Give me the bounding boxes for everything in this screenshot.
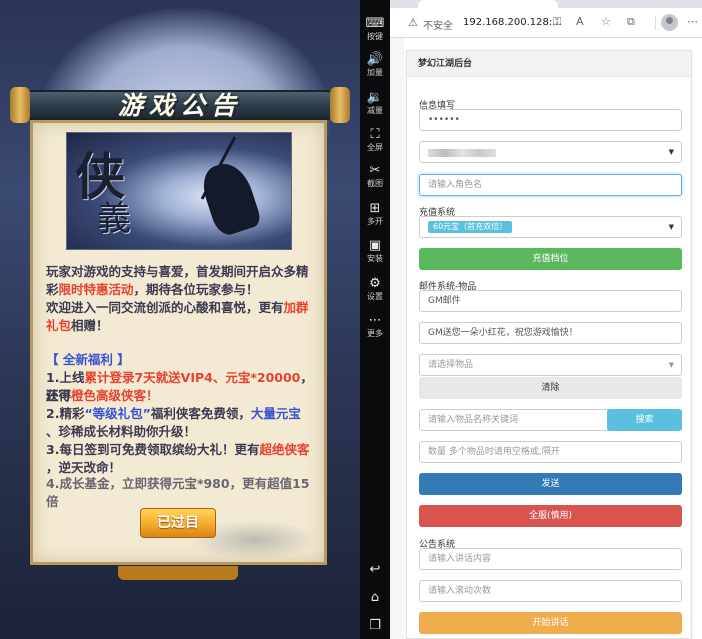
speech-content-input[interactable]: 请输入讲话内容: [419, 548, 682, 570]
chevron-down-icon: ▼: [668, 148, 674, 156]
scroll-bottom-bar: [118, 566, 238, 580]
rod-cap-left: [10, 87, 30, 123]
toolbar-fullscreen-button[interactable]: ⛶ 全屏: [360, 127, 390, 153]
apk-install-icon: ▣: [368, 238, 382, 253]
keyboard-icon: ⌨: [365, 16, 385, 31]
android-home-icon[interactable]: ⌂: [360, 590, 390, 605]
welfare-line-1b: 获得橙色高级侠客！: [46, 388, 159, 403]
toolbar-keymap-button[interactable]: ⌨ 按键: [360, 16, 390, 42]
intro-line-1: 玩家对游戏的支持与喜爱，首发期间开启众多精: [46, 264, 309, 279]
read-aloud-icon[interactable]: A: [576, 15, 584, 28]
insecure-label: 不安全: [423, 21, 453, 32]
clear-button[interactable]: 清除: [419, 377, 682, 399]
page-margin: [390, 38, 404, 639]
browser-window: ⚠ 不安全 192.168.200.128:... ⚿ A ☆ ⧉ ⋯ 梦幻江湖…: [390, 0, 702, 639]
send-button[interactable]: 发送: [419, 473, 682, 495]
mail-sender-input[interactable]: GM邮件: [419, 290, 682, 312]
notice-banner-image: 侠 義: [66, 132, 292, 250]
send-all-server-button[interactable]: 全服(慎用): [419, 505, 682, 527]
settings-gear-icon: ⚙: [369, 276, 381, 291]
toolbar-divider: [655, 16, 656, 30]
browser-menu-icon[interactable]: ⋯: [687, 15, 698, 28]
toolbar-multi-open-button[interactable]: ⊞ 多开: [360, 201, 390, 227]
server-select[interactable]: ▼: [419, 141, 682, 163]
toolbar-settings-button[interactable]: ⚙ 设置: [360, 276, 390, 302]
item-select[interactable]: 请选择物品 ▼: [419, 354, 682, 376]
item-search-input[interactable]: 请输入物品名称关键词: [419, 409, 615, 431]
key-icon[interactable]: ⚿: [553, 15, 561, 29]
address-bar[interactable]: ⚠ 不安全 192.168.200.128:... ⚿ A ☆ ⧉ ⋯: [390, 8, 702, 38]
search-button[interactable]: 搜索: [607, 409, 682, 431]
password-input[interactable]: ••••••: [419, 109, 682, 131]
more-icon: ⋯: [368, 313, 382, 328]
welfare-title: 【 全新福利 】: [46, 352, 130, 367]
toolbar-screenshot-button[interactable]: ✂ 截图: [360, 163, 390, 189]
volume-up-icon: 🔊: [366, 52, 384, 67]
welfare-line-3: 3.每日签到可免费领取缤纷大礼！更有超绝侠客: [46, 442, 310, 457]
collections-icon[interactable]: ⧉: [627, 15, 635, 29]
favorite-star-icon[interactable]: ☆: [601, 15, 611, 28]
game-screen[interactable]: 游戏公告 侠 義 玩家对游戏的支持与喜爱，首发期间开启众多精 彩限时特惠活动，期…: [0, 0, 360, 639]
notice-done-button[interactable]: 已过目: [140, 508, 216, 538]
toolbar-volume-up-button[interactable]: 🔊 加量: [360, 52, 390, 78]
tab-admin[interactable]: [418, 0, 558, 8]
recharge-button[interactable]: 充值档位: [419, 248, 682, 270]
recharge-tier-select[interactable]: 60元宝（首充双倍） ▼: [419, 216, 682, 238]
recharge-option-chip: 60元宝（首充双倍）: [428, 221, 513, 233]
android-back-icon[interactable]: ↩: [360, 562, 390, 577]
chevron-down-icon: ▼: [668, 361, 674, 369]
volume-down-icon: 🔉: [366, 90, 384, 105]
fullscreen-icon: ⛶: [370, 127, 380, 142]
toolbar-more-button[interactable]: ⋯ 更多: [360, 313, 390, 339]
blurred-server-name: [428, 149, 496, 157]
quantity-input[interactable]: 数量 多个物品时请用空格或,隔开: [419, 441, 682, 463]
banner-char-2: 義: [97, 199, 131, 239]
chevron-down-icon: ▼: [668, 223, 674, 231]
panel-title: 梦幻江湖后台: [407, 51, 691, 77]
url-text[interactable]: 192.168.200.128:...: [463, 17, 562, 28]
admin-panel: 梦幻江湖后台 信息填写 •••••• ▼ 请输入角色名 充值系统 60元宝（首充…: [406, 50, 692, 639]
multi-open-icon: ⊞: [369, 201, 381, 216]
toolbar-volume-down-button[interactable]: 🔉 减量: [360, 90, 390, 116]
warning-triangle-icon: ⚠: [408, 16, 418, 29]
welfare-line-2b: 、珍稀成长材料助你升级！: [46, 424, 197, 439]
rod-cap-right: [330, 87, 350, 123]
mail-message-input[interactable]: GM送您一朵小红花，祝您游戏愉快！: [419, 322, 682, 344]
android-recent-apps-icon[interactable]: ❐: [360, 618, 390, 633]
intro-line-2: 彩限时特惠活动，期待各位玩家参与！: [46, 282, 259, 297]
profile-avatar[interactable]: [661, 14, 678, 31]
scroll-count-input[interactable]: 请输入滚动次数: [419, 580, 682, 602]
role-name-input[interactable]: 请输入角色名: [419, 174, 682, 196]
emulator-toolbar: ⌨ 按键 🔊 加量 🔉 减量 ⛶ 全屏 ✂ 截图 ⊞ 多开 ▣ 安装 ⚙ 设置 ⋯ 更多 ↩ ⌂ …: [360, 0, 390, 639]
scissors-icon: ✂: [369, 163, 381, 178]
start-speech-button[interactable]: 开始讲话: [419, 612, 682, 634]
toolbar-install-button[interactable]: ▣ 安装: [360, 238, 390, 264]
intro-line-4: 礼包相赠！: [46, 318, 109, 333]
welfare-line-4: 4.成长基金，立即获得元宝*980，更有超值15倍: [46, 476, 310, 509]
notice-title: 游戏公告: [117, 91, 242, 120]
swordsman-silhouette: [197, 157, 263, 239]
welfare-line-2: 2.精彩“等级礼包”福利侠客免费领，大量元宝: [46, 406, 301, 421]
tab-strip: [390, 0, 702, 8]
intro-line-3: 欢迎进入一同交流创派的心酸和喜悦，更有加群: [46, 300, 309, 315]
